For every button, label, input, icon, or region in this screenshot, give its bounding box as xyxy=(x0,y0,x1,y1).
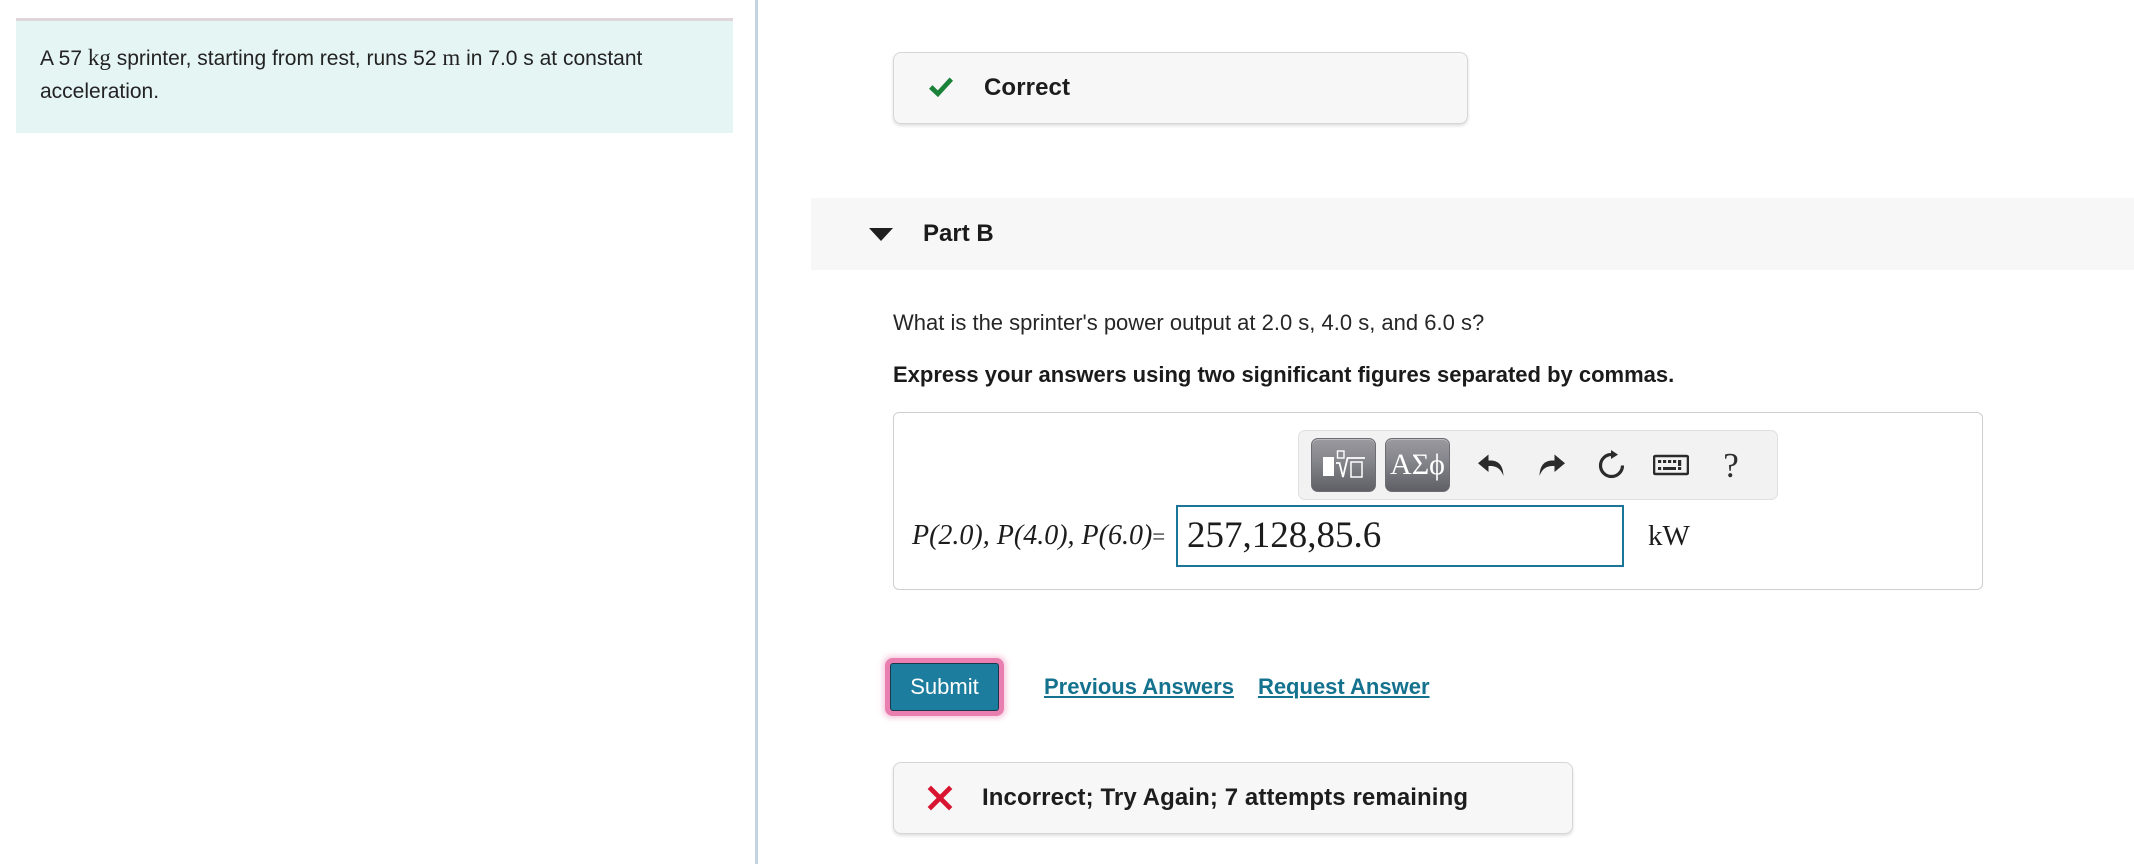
answer-prefix-p3: P xyxy=(1081,520,1099,551)
answer-input-row: P(2.0), P(4.0), P(6.0)= 257,128,85.6 kW xyxy=(894,505,1982,567)
mass-unit: kg xyxy=(87,45,111,70)
answer-prefix-a2: (4.0), xyxy=(1013,520,1075,551)
problem-panel: A 57 kg sprinter, starting from rest, ru… xyxy=(0,0,758,864)
request-answer-link[interactable]: Request Answer xyxy=(1258,674,1430,700)
submit-button[interactable]: Submit xyxy=(890,663,999,711)
correct-label: Correct xyxy=(984,74,1071,101)
answer-input[interactable]: 257,128,85.6 xyxy=(1176,505,1624,567)
reset-icon xyxy=(1598,449,1624,478)
check-icon xyxy=(929,77,953,98)
part-title: Part B xyxy=(923,220,994,247)
distance-unit: m xyxy=(442,45,461,70)
answer-prefix-p1: P xyxy=(912,520,930,551)
incorrect-label: Incorrect; Try Again; 7 attempts remaini… xyxy=(982,784,1469,811)
problem-text-part2: sprinter, starting from rest, runs 52 xyxy=(110,47,443,70)
reset-button[interactable] xyxy=(1583,439,1639,491)
math-toolbar: ΑΣϕ ? xyxy=(1298,430,1778,500)
answer-actions: Submit Previous Answers Request Answer xyxy=(890,663,1430,711)
part-b-header[interactable]: Part B xyxy=(811,198,2134,270)
keyboard-button[interactable] xyxy=(1643,439,1699,491)
help-button[interactable]: ? xyxy=(1703,439,1759,491)
correct-status-banner: Correct xyxy=(893,52,1468,124)
problem-text-part1: A 57 xyxy=(40,47,88,70)
keyboard-icon xyxy=(1653,454,1689,476)
answer-prefix-p2: P xyxy=(996,520,1014,551)
chevron-down-icon[interactable] xyxy=(869,227,893,241)
previous-answers-link[interactable]: Previous Answers xyxy=(1044,674,1234,700)
redo-button[interactable] xyxy=(1523,439,1579,491)
answer-instruction: Express your answers using two significa… xyxy=(893,362,1675,387)
answer-prefix-a3: (6.0) xyxy=(1098,520,1153,551)
greek-letters-button[interactable]: ΑΣϕ xyxy=(1385,438,1450,492)
redo-icon xyxy=(1539,454,1565,476)
undo-icon xyxy=(1477,454,1503,476)
answer-prefix-a1: (2.0), xyxy=(929,520,990,551)
greek-symbols-icon: ΑΣϕ xyxy=(1390,448,1445,481)
problem-statement: A 57 kg sprinter, starting from rest, ru… xyxy=(16,18,733,133)
math-template-icon xyxy=(1322,450,1365,478)
question-text: What is the sprinter's power output at 2… xyxy=(893,310,1485,335)
equals-sign: = xyxy=(1152,524,1166,549)
answer-container: ΑΣϕ ? P(2.0), P(4.0), P(6.0)= 257,128,85… xyxy=(893,412,1983,590)
math-template-button[interactable] xyxy=(1311,438,1376,492)
answer-variable-label: P(2.0), P(4.0), P(6.0)= xyxy=(912,520,1166,552)
help-icon: ? xyxy=(1723,445,1739,485)
x-mark-icon xyxy=(927,785,953,811)
answer-panel: Correct Part B What is the sprinter's po… xyxy=(758,0,2134,864)
undo-button[interactable] xyxy=(1463,439,1519,491)
incorrect-status-banner: Incorrect; Try Again; 7 attempts remaini… xyxy=(893,762,1573,834)
answer-units-label: kW xyxy=(1648,519,1690,552)
